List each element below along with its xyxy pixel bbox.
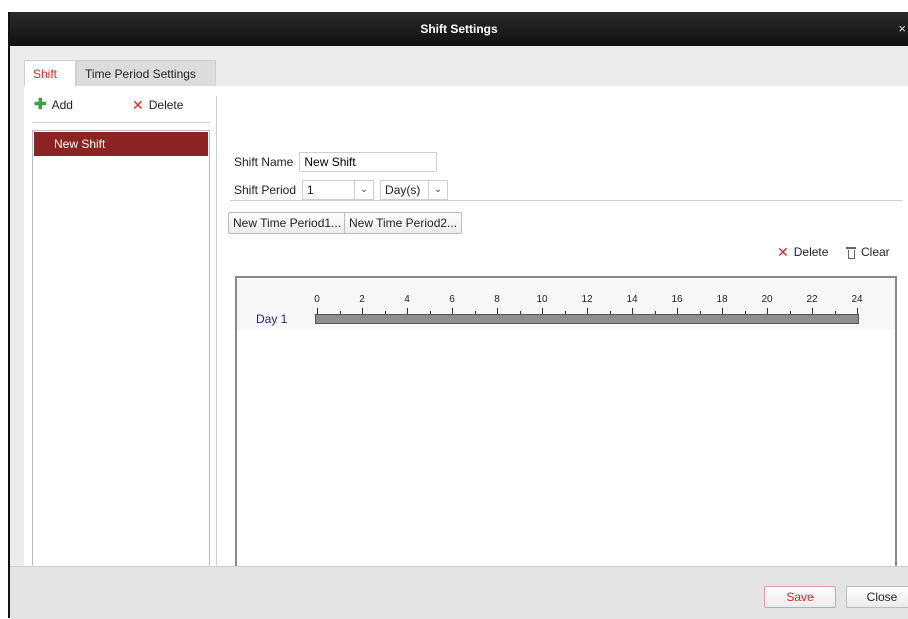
outer-margin xyxy=(0,0,908,12)
form-divider xyxy=(230,200,902,201)
hour-label: 22 xyxy=(806,294,818,305)
timeline-tick xyxy=(677,308,678,314)
timeline-delete-button[interactable]: ✕ Delete xyxy=(777,245,828,259)
timeline-tick xyxy=(497,308,498,314)
timeline-tick xyxy=(744,311,746,314)
shift-period-label: Shift Period xyxy=(234,183,297,197)
hour-label: 16 xyxy=(671,294,683,305)
add-shift-button[interactable]: ✚ Add xyxy=(34,96,73,113)
hour-label: 20 xyxy=(761,294,773,305)
timeline-tick xyxy=(317,308,318,314)
timeline-tick xyxy=(407,308,408,314)
hour-label: 14 xyxy=(626,294,638,305)
timeline-area: Day 1 0 2 4 6 8 10 12 14 16 18 20 22 24 xyxy=(235,276,897,597)
shift-name-row: Shift Name xyxy=(234,152,438,172)
timeline-tick xyxy=(857,308,858,314)
hour-label: 4 xyxy=(404,294,410,305)
x-icon: ✕ xyxy=(777,244,789,260)
timeline-tick xyxy=(699,311,701,314)
hour-label: 12 xyxy=(581,294,593,305)
delete-shift-button[interactable]: ✕ Delete xyxy=(132,98,183,112)
shift-name-input[interactable] xyxy=(299,152,438,172)
timeline-tick xyxy=(609,311,611,314)
timeline-tick xyxy=(429,311,431,314)
plus-icon: ✚ xyxy=(34,96,47,113)
timeline-tick xyxy=(452,308,453,314)
list-item-new-shift[interactable]: New Shift xyxy=(34,132,208,156)
unit-select[interactable]: Day(s) ⌄ xyxy=(380,180,449,200)
timeline-tick xyxy=(587,308,588,314)
title-bar: Shift Settings × xyxy=(10,12,908,46)
timeline-tick xyxy=(362,308,363,314)
day-1-schedule-bar[interactable] xyxy=(315,314,859,324)
timeline-tick xyxy=(564,311,566,314)
close-button[interactable]: Close xyxy=(846,586,908,608)
hour-label: 8 xyxy=(494,294,500,305)
hour-label: 6 xyxy=(449,294,455,305)
dialog-body: Shift Time Period Settings ✚ Add ✕ Delet… xyxy=(10,46,908,619)
timeline-tick xyxy=(519,311,521,314)
window-title: Shift Settings xyxy=(420,22,498,36)
shift-name-label: Shift Name xyxy=(234,155,294,169)
delete-label: Delete xyxy=(148,98,184,112)
timeline-tick xyxy=(339,311,341,314)
hour-label: 2 xyxy=(359,294,365,305)
toolbar-divider xyxy=(32,122,210,123)
timeline-row: Day 1 0 2 4 6 8 10 12 14 16 18 20 22 24 xyxy=(237,278,895,330)
timeline-tick xyxy=(632,308,633,314)
timeline-tick xyxy=(767,308,768,314)
add-label: Add xyxy=(51,98,73,112)
hour-label: 24 xyxy=(851,294,863,305)
timeline-tick xyxy=(789,311,791,314)
timeline-tick xyxy=(542,308,543,314)
close-window-icon[interactable]: × xyxy=(898,21,906,36)
day-label: Day 1 xyxy=(256,312,288,326)
timeline-delete-label: Delete xyxy=(793,245,829,259)
shift-period-value: 1 xyxy=(307,183,314,197)
x-icon: ✕ xyxy=(132,97,144,113)
shift-panel: ✚ Add ✕ Delete New Shift Shift Name Shif… xyxy=(24,86,908,604)
timeline-tick xyxy=(722,308,723,314)
chevron-down-icon: ⌄ xyxy=(428,181,447,199)
timeline-tick xyxy=(384,311,386,314)
save-button[interactable]: Save xyxy=(764,586,836,608)
trash-icon xyxy=(846,246,856,259)
time-period-2-button[interactable]: New Time Period2... xyxy=(344,212,463,234)
timeline-tick xyxy=(834,311,836,314)
timeline-tick xyxy=(654,311,656,314)
panel-divider xyxy=(216,96,217,601)
chevron-down-icon: ⌄ xyxy=(354,181,373,199)
timeline-clear-label: Clear xyxy=(861,245,890,259)
hour-label: 10 xyxy=(536,294,548,305)
hour-label: 18 xyxy=(716,294,728,305)
time-period-1-button[interactable]: New Time Period1... xyxy=(228,212,347,234)
shift-list-toolbar: ✚ Add ✕ Delete xyxy=(24,86,210,120)
hour-label: 0 xyxy=(314,294,320,305)
unit-value: Day(s) xyxy=(385,183,421,197)
timeline-tick xyxy=(474,311,476,314)
shift-list: New Shift xyxy=(32,130,210,598)
shift-period-row: Shift Period 1 ⌄ Day(s) ⌄ xyxy=(234,180,449,200)
shift-period-select[interactable]: 1 ⌄ xyxy=(302,180,375,200)
tab-time-period-settings[interactable]: Time Period Settings xyxy=(76,60,216,86)
timeline-tick xyxy=(812,308,813,314)
timeline-clear-button[interactable]: Clear xyxy=(846,245,890,259)
tab-shift[interactable]: Shift xyxy=(24,60,76,86)
